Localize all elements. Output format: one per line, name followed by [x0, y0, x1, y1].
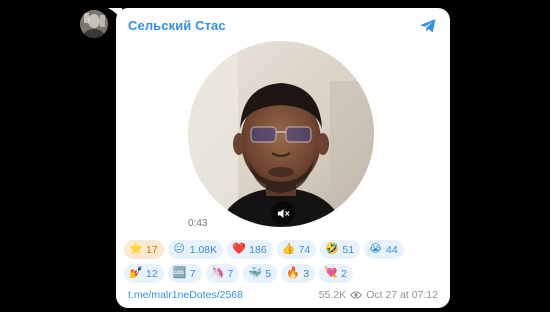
reaction-cool[interactable]: 🆒 7	[167, 264, 202, 283]
video-duration: 0:43	[188, 218, 208, 229]
reaction-count: 186	[249, 243, 267, 256]
heart-arrow-icon: 💘	[324, 267, 338, 279]
thumbs-up-icon: 👍	[281, 243, 296, 255]
muted-icon[interactable]	[271, 201, 295, 225]
fire-icon: 🔥	[286, 267, 300, 279]
video-frame	[188, 41, 374, 227]
whale-icon: 🐳	[248, 267, 263, 279]
share-icon[interactable]	[418, 16, 438, 36]
nail-polish-icon: 💅	[129, 267, 143, 279]
reaction-count: 12	[146, 267, 158, 280]
crying-face-icon: 😭	[369, 243, 382, 255]
reaction-thumbs-up[interactable]: 👍 74	[276, 240, 317, 259]
reaction-neutral-face[interactable]: 😐 1.08K	[167, 240, 224, 259]
reaction-unicorn[interactable]: 🦄 7	[205, 264, 240, 283]
heart-icon: ❤️	[232, 243, 246, 255]
message-meta: 55.2K Oct 27 at 07:12	[319, 289, 438, 301]
reaction-count: 17	[146, 243, 158, 256]
rofl-icon: 🤣	[325, 243, 340, 255]
reaction-count: 74	[298, 243, 311, 256]
round-video-message[interactable]	[188, 41, 374, 227]
channel-avatar[interactable]	[80, 10, 108, 38]
message-date: Oct 27 at 07:12	[366, 289, 438, 301]
reaction-count: 7	[227, 267, 234, 280]
star-icon: ⭐	[129, 243, 143, 255]
reaction-rofl[interactable]: 🤣 51	[320, 240, 361, 259]
reaction-heart-arrow[interactable]: 💘 2	[319, 264, 353, 283]
post-link[interactable]: t.me/malr1neDotes/2568	[128, 289, 243, 301]
reaction-crying-face[interactable]: 😭 44	[364, 240, 404, 259]
chat-area: Сельский Стас 0:43 ⭐ 17 😐 1.08K ❤️ 186 👍…	[0, 0, 550, 312]
view-count: 55.2K	[318, 289, 347, 301]
reaction-count: 1.08K	[189, 243, 218, 256]
reaction-heart[interactable]: ❤️ 186	[227, 240, 273, 259]
reaction-nail-polish[interactable]: 💅 12	[124, 264, 164, 283]
reaction-count: 7	[189, 267, 196, 280]
message-bubble: Сельский Стас 0:43 ⭐ 17 😐 1.08K ❤️ 186 👍…	[116, 8, 450, 308]
reaction-row-2: 💅 12 🆒 7 🦄 7 🐳 5 🔥 3 💘 2	[124, 264, 444, 283]
reaction-whale[interactable]: 🐳 5	[243, 264, 278, 283]
unicorn-icon: 🦄	[210, 267, 225, 279]
reaction-count: 2	[341, 267, 347, 280]
reaction-row-1: ⭐ 17 😐 1.08K ❤️ 186 👍 74 🤣 51 😭 44	[124, 240, 444, 259]
reaction-star[interactable]: ⭐ 17	[124, 240, 164, 259]
reaction-count: 5	[265, 267, 272, 280]
cool-icon: 🆒	[172, 267, 187, 279]
neutral-face-icon: 😐	[173, 243, 185, 255]
reaction-fire[interactable]: 🔥 3	[281, 264, 316, 283]
eye-icon	[350, 291, 363, 299]
reaction-count: 3	[303, 267, 310, 280]
reaction-count: 51	[342, 243, 355, 256]
reactions-panel: ⭐ 17 😐 1.08K ❤️ 186 👍 74 🤣 51 😭 44 💅 12 🆒 7 🦄 7 🐳…	[124, 240, 444, 288]
avatar-image	[80, 10, 108, 38]
reaction-count: 44	[386, 243, 398, 256]
channel-name[interactable]: Сельский Стас	[128, 18, 226, 33]
